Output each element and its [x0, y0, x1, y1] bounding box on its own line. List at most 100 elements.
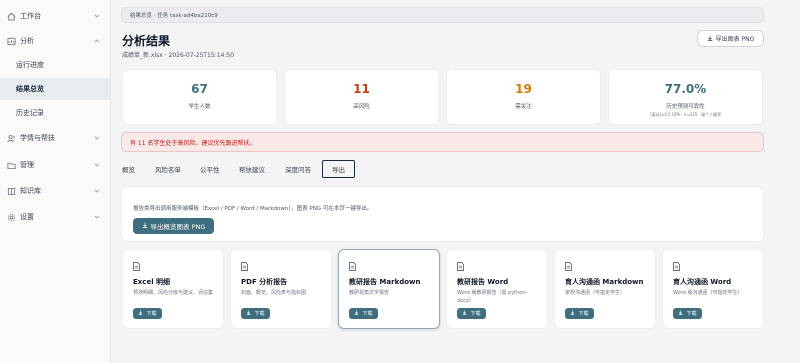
stat-label: 高风险	[353, 104, 370, 110]
export-panel: 报告类导出调用服务端模板（Excel / PDF / Word / Markdo…	[121, 186, 764, 242]
download-button[interactable]: 下载	[349, 308, 378, 319]
button-label: 下载	[578, 311, 589, 317]
download-icon	[462, 310, 467, 317]
chevron-down-icon	[93, 134, 101, 142]
nav-group-learning-support[interactable]: 学情与帮扶	[0, 128, 111, 148]
card-title: 育人沟通函 Word	[673, 278, 732, 286]
card-title: 教研报告 Word	[457, 278, 509, 286]
nav-group-label: 知识库	[20, 187, 41, 195]
sidebar-item-progress[interactable]: 运行进度	[0, 54, 110, 76]
download-icon	[354, 310, 359, 317]
export-card-parent-letter-markdown: 育人沟通函 Markdown 家校沟通函（可指定学生） 下载	[554, 249, 656, 329]
stat-value: 77.0%	[664, 82, 707, 96]
chevron-down-icon	[93, 12, 101, 20]
download-icon	[707, 35, 713, 43]
card-title: 育人沟通函 Markdown	[565, 278, 644, 286]
export-card-teaching-report-markdown: 教研报告 Markdown 教研视角文字报告 下载	[338, 249, 440, 329]
nav-group-analysis[interactable]: 分析	[0, 31, 111, 51]
card-description: 预测明细、风险分级与建议、评估集	[133, 290, 214, 296]
download-icon	[246, 310, 251, 317]
stat-card-high-risk: 11 高风险	[284, 69, 439, 125]
gear-icon	[7, 213, 16, 222]
stat-label: 历史预测可靠性	[666, 104, 705, 110]
stat-value: 67	[191, 82, 208, 96]
stat-value: 19	[515, 82, 532, 96]
stat-note: [滚动]±0.5 GPA · n=335 · 留个人概率	[649, 112, 722, 117]
document-icon	[457, 262, 464, 271]
folder-icon	[7, 161, 16, 170]
stat-label: 学生人数	[188, 104, 211, 110]
file-timestamp: 成绩单_新.xlsx · 2026-07-25T15:14:50	[122, 52, 235, 59]
card-description: 封面、概览、风险表与指标图	[241, 290, 307, 296]
chevron-down-icon	[93, 161, 101, 169]
card-title: Excel 明细	[133, 278, 171, 286]
tab-fairness[interactable]: 公平性	[200, 160, 220, 178]
tab-overview[interactable]: 概览	[122, 160, 135, 178]
nav-group-label: 学情与帮扶	[20, 134, 55, 142]
document-icon	[673, 262, 680, 271]
sidebar-item-results-overview[interactable]: 结果总览	[0, 78, 110, 100]
document-icon	[349, 262, 356, 271]
export-overview-png-button[interactable]: 导出概览图表 PNG	[133, 218, 214, 234]
nav-group-label: 分析	[20, 37, 34, 45]
nav-group-knowledge-base[interactable]: 知识库	[0, 181, 111, 201]
button-label: 下载	[254, 311, 265, 317]
export-button-label: 导出图表 PNG	[715, 36, 755, 43]
tab-export[interactable]: 导出	[322, 160, 355, 178]
tab-risk-list[interactable]: 风险名单	[155, 160, 181, 178]
card-description: 家校沟通函（可指定学生）	[565, 290, 626, 296]
button-label: 下载	[146, 311, 157, 317]
download-icon	[570, 310, 575, 317]
download-button[interactable]: 下载	[241, 308, 270, 319]
document-icon	[133, 262, 140, 271]
page-title: 分析结果	[122, 34, 171, 48]
home-icon	[7, 12, 16, 21]
nav-group-label: 设置	[20, 213, 34, 221]
chart-icon	[7, 37, 16, 46]
button-label: 下载	[686, 311, 697, 317]
button-label: 下载	[470, 311, 481, 317]
breadcrumb: 结果总览 · 任务 task-ad4ba210c9	[121, 7, 764, 23]
stat-label: 需关注	[515, 104, 532, 110]
card-description: Word 版沟通函（可指定学生）	[673, 290, 743, 296]
chevron-down-icon	[93, 187, 101, 195]
export-chart-png-button[interactable]: 导出图表 PNG	[697, 30, 764, 47]
high-risk-alert: 有 11 名学生处于高风险，建议优先跟进帮扶。	[121, 132, 764, 152]
download-icon	[138, 310, 143, 317]
download-button[interactable]: 下载	[133, 308, 162, 319]
button-label: 导出概览图表 PNG	[150, 223, 206, 231]
card-description: Word 版教研报告（需 python-docx）	[457, 290, 528, 304]
chevron-up-icon	[93, 37, 101, 45]
card-description: 教研视角文字报告	[349, 290, 390, 296]
export-card-parent-letter-word: 育人沟通函 Word Word 版沟通函（可指定学生） 下载	[662, 249, 764, 329]
tab-deep-qa[interactable]: 深度问答	[285, 160, 311, 178]
stat-card-reliability: 77.0% 历史预测可靠性 [滚动]±0.5 GPA · n=335 · 留个人…	[608, 69, 763, 125]
export-card-teaching-report-word: 教研报告 Word Word 版教研报告（需 python-docx） 下载	[446, 249, 548, 329]
download-icon	[142, 222, 148, 230]
tab-support-suggestions[interactable]: 帮扶建议	[239, 160, 265, 178]
download-button[interactable]: 下载	[457, 308, 486, 319]
users-icon	[7, 134, 16, 143]
export-description: 报告类导出调用服务端模板（Excel / PDF / Word / Markdo…	[133, 206, 373, 212]
nav-group-label: 工作台	[20, 12, 41, 20]
download-button[interactable]: 下载	[565, 308, 594, 319]
chevron-down-icon	[93, 213, 101, 221]
nav-group-label: 管理	[20, 161, 34, 169]
export-card-excel-detail: Excel 明细 预测明细、风险分级与建议、评估集 下载	[122, 249, 224, 329]
stat-value: 11	[353, 82, 370, 96]
document-icon	[241, 262, 248, 271]
nav-group-workbench[interactable]: 工作台	[0, 6, 111, 26]
sidebar: 工作台 分析 运行进度 结果总览 历史记录 学情与帮扶 管理 知识库 设置	[0, 0, 111, 363]
download-button[interactable]: 下载	[673, 308, 702, 319]
sidebar-item-history[interactable]: 历史记录	[0, 102, 110, 124]
book-icon	[7, 187, 16, 196]
nav-group-settings[interactable]: 设置	[0, 207, 111, 227]
card-title: 教研报告 Markdown	[349, 278, 421, 286]
button-label: 下载	[362, 311, 373, 317]
nav-group-management[interactable]: 管理	[0, 155, 111, 175]
stat-card-needs-attention: 19 需关注	[446, 69, 601, 125]
stat-card-students: 67 学生人数	[122, 69, 277, 125]
export-card-pdf-report: PDF 分析报告 封面、概览、风险表与指标图 下载	[230, 249, 332, 329]
download-icon	[678, 310, 683, 317]
document-icon	[565, 262, 572, 271]
